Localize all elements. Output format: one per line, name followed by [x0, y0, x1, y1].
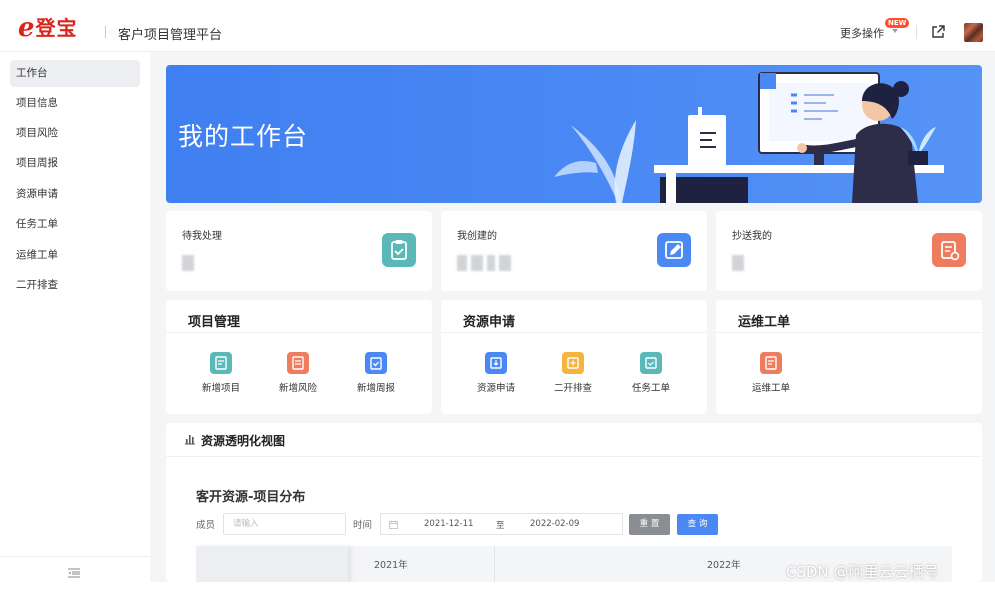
sidebar-item-resource-request[interactable]: 资源申请 [10, 181, 140, 208]
stat-label: 我创建的 [457, 231, 497, 242]
group-title: 运维工单 [738, 315, 791, 330]
header-divider [916, 25, 917, 39]
stat-label: 待我处理 [182, 231, 222, 242]
year-header: 2021年 [374, 560, 408, 571]
reset-button[interactable]: 重 置 [629, 514, 670, 535]
brand-logo[interactable]: e 登宝 [18, 13, 78, 43]
app-ops-ticket[interactable]: 运维工单 [741, 352, 801, 394]
section-subtitle: 客开资源-项目分布 [196, 490, 306, 505]
sidebar-item-project-info[interactable]: 项目信息 [10, 90, 140, 117]
app-label: 资源申请 [476, 383, 515, 394]
app-label: 二开排查 [553, 383, 592, 394]
sidebar-item-ops-ticket[interactable]: 运维工单 [10, 242, 140, 269]
resource-request-icon [485, 352, 507, 374]
top-header: e 登宝 客户项目管理平台 更多操作 NEW [0, 0, 995, 52]
app-dev-check[interactable]: 二开排查 [543, 352, 603, 394]
app-add-weekly-report[interactable]: 新增周报 [346, 352, 406, 394]
app-task-ticket[interactable]: 任务工单 [621, 352, 681, 394]
date-end[interactable]: 2022-02-09 [530, 519, 579, 529]
stat-card-created[interactable]: 我创建的 [441, 211, 707, 291]
new-badge: NEW [885, 18, 910, 28]
app-label: 新增项目 [201, 383, 240, 394]
add-project-icon [210, 352, 232, 374]
add-risk-icon [287, 352, 309, 374]
year-header: 2022年 [707, 560, 741, 571]
app-label: 运维工单 [751, 383, 790, 394]
group-title: 项目管理 [188, 315, 241, 330]
clipboard-check-icon [382, 233, 416, 267]
sidebar: 工作台 项目信息 项目风险 项目周报 资源申请 任务工单 运维工单 二开排查 [0, 52, 150, 582]
app-label: 新增风险 [278, 383, 317, 394]
task-ticket-icon [640, 352, 662, 374]
edit-box-icon [657, 233, 691, 267]
header-divider [105, 26, 106, 38]
resource-transparency-view: 资源透明化视图 客开资源-项目分布 成员 请输入 时间 2021-12-11 至… [166, 423, 982, 582]
logo-text: 登宝 [35, 16, 78, 40]
more-actions-menu[interactable]: 更多操作 [840, 25, 884, 41]
watermark: CSDN @阿里云云栖号 [786, 563, 939, 581]
collapse-menu-icon[interactable] [68, 568, 80, 578]
app-label: 新增周报 [356, 383, 395, 394]
app-add-project[interactable]: 新增项目 [191, 352, 251, 394]
chevron-down-icon[interactable] [892, 29, 898, 33]
date-separator: 至 [496, 521, 505, 531]
stat-label: 抄送我的 [732, 231, 772, 242]
stat-value-redacted [182, 255, 194, 271]
stat-value-redacted [457, 255, 511, 271]
member-input[interactable]: 请输入 [223, 513, 346, 535]
add-weekly-report-icon [365, 352, 387, 374]
platform-title: 客户项目管理平台 [118, 28, 223, 43]
sidebar-item-task-ticket[interactable]: 任务工单 [10, 211, 140, 238]
document-cc-icon [932, 233, 966, 267]
date-range-picker[interactable]: 2021-12-11 至 2022-02-09 [380, 513, 623, 535]
divider [716, 332, 982, 333]
sidebar-divider [0, 556, 150, 557]
column-divider [494, 546, 495, 582]
divider [441, 332, 707, 333]
view-title: 资源透明化视图 [201, 434, 286, 448]
app-add-risk[interactable]: 新增风险 [268, 352, 328, 394]
date-start[interactable]: 2021-12-11 [424, 519, 473, 529]
banner-title: 我的工作台 [178, 122, 309, 151]
table-fixed-column [196, 546, 348, 582]
stat-value-redacted [732, 255, 744, 271]
query-button[interactable]: 查 询 [677, 514, 718, 535]
calendar-icon [389, 520, 398, 529]
stat-card-cc[interactable]: 抄送我的 [716, 211, 982, 291]
sidebar-item-dev-check[interactable]: 二开排查 [10, 272, 140, 299]
app-label: 任务工单 [631, 383, 670, 394]
ops-ticket-icon [760, 352, 782, 374]
time-label: 时间 [353, 520, 373, 531]
group-title: 资源申请 [463, 315, 516, 330]
logo-mark: e [18, 13, 35, 43]
bar-chart-icon [185, 435, 195, 445]
group-project-management: 项目管理 新增项目 新增风险 新增周报 [166, 300, 432, 414]
sidebar-item-project-risk[interactable]: 项目风险 [10, 120, 140, 147]
avatar[interactable] [964, 23, 983, 42]
divider [166, 456, 982, 457]
bottom-edge [0, 582, 995, 592]
workbench-banner: 我的工作台 [166, 65, 982, 203]
group-ops-ticket: 运维工单 运维工单 [716, 300, 982, 414]
member-label: 成员 [196, 520, 216, 531]
app-resource-request[interactable]: 资源申请 [466, 352, 526, 394]
sidebar-item-workbench[interactable]: 工作台 [10, 60, 140, 87]
dev-check-icon [562, 352, 584, 374]
divider [166, 332, 432, 333]
external-link-icon[interactable] [930, 24, 946, 40]
group-resource-request: 资源申请 资源申请 二开排查 任务工单 [441, 300, 707, 414]
sidebar-item-weekly-report[interactable]: 项目周报 [10, 150, 140, 177]
stat-card-pending[interactable]: 待我处理 [166, 211, 432, 291]
